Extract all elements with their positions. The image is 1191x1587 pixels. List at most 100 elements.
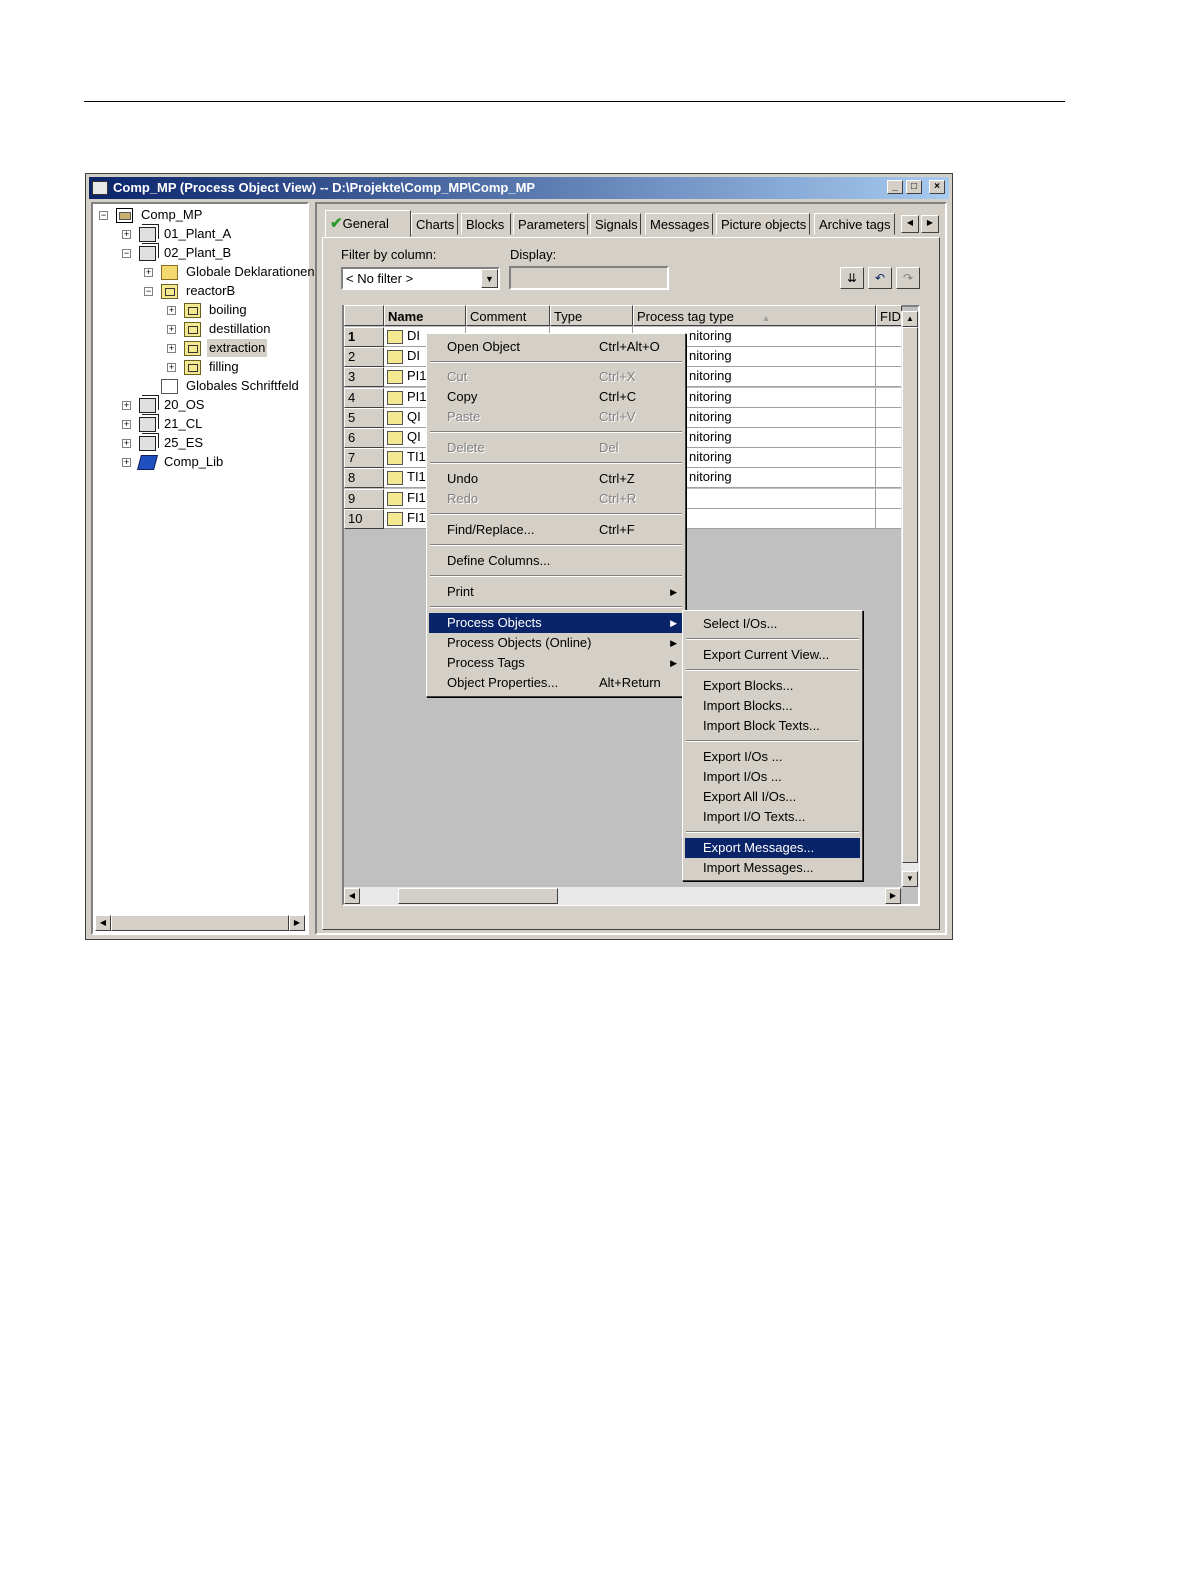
cell-fid[interactable]: [876, 347, 902, 367]
expand-icon[interactable]: +: [167, 363, 176, 372]
tab-parameters[interactable]: Parameters: [513, 213, 588, 235]
redo-icon[interactable]: ↷: [896, 267, 920, 289]
menu-item-find-replace[interactable]: Find/Replace... Ctrl+F: [429, 520, 683, 540]
cell-fid[interactable]: [876, 468, 902, 488]
row-number[interactable]: 8: [344, 468, 384, 488]
minimize-button[interactable]: _: [887, 180, 903, 194]
expand-icon[interactable]: +: [167, 306, 176, 315]
menu-item-paste[interactable]: Paste Ctrl+V: [429, 407, 683, 427]
expand-icon[interactable]: +: [122, 420, 131, 429]
tree-horizontal-scrollbar[interactable]: ◀ ▶: [95, 915, 305, 931]
table-horizontal-scrollbar[interactable]: ◀ ▶: [344, 887, 901, 905]
maximize-button[interactable]: □: [906, 180, 922, 194]
scroll-right-icon[interactable]: ▶: [885, 888, 901, 904]
cell-fid[interactable]: [876, 408, 902, 428]
chevron-down-icon[interactable]: ▼: [481, 269, 498, 288]
table-vertical-scrollbar[interactable]: ▲ ▼: [901, 311, 919, 887]
cell-fid[interactable]: [876, 388, 902, 408]
title-bar[interactable]: Comp_MP (Process Object View) -- D:\Proj…: [89, 177, 949, 199]
close-button[interactable]: ×: [929, 180, 945, 194]
scroll-left-icon[interactable]: ◀: [344, 888, 360, 904]
tab-picture-objects[interactable]: Picture objects: [716, 213, 810, 235]
menu-item-import-messages[interactable]: Import Messages...: [685, 858, 860, 878]
filter-dropdown[interactable]: < No filter > ▼: [341, 267, 500, 290]
tab-general[interactable]: ✔General: [325, 210, 411, 237]
row-number[interactable]: 9: [344, 489, 384, 509]
cell-fid[interactable]: [876, 367, 902, 387]
column-header-comment[interactable]: Comment: [466, 305, 550, 326]
menu-item-export-all-ios[interactable]: Export All I/Os...: [685, 787, 860, 807]
column-header-name[interactable]: Name: [384, 305, 466, 326]
row-number[interactable]: 5: [344, 408, 384, 428]
scroll-up-icon[interactable]: ▲: [902, 311, 918, 327]
scroll-right-icon[interactable]: ▶: [289, 915, 305, 931]
tab-charts[interactable]: Charts: [411, 213, 458, 235]
menu-item-copy[interactable]: Copy Ctrl+C: [429, 387, 683, 407]
expand-icon[interactable]: +: [144, 268, 153, 277]
menu-item-import-block-texts[interactable]: Import Block Texts...: [685, 716, 860, 736]
undo-icon[interactable]: ↶: [868, 267, 892, 289]
menu-item-export-messages[interactable]: Export Messages...: [685, 838, 860, 858]
column-header-process-tag-type[interactable]: Process tag type ▲: [633, 305, 876, 326]
menu-item-undo[interactable]: Undo Ctrl+Z: [429, 469, 683, 489]
menu-item-export-blocks[interactable]: Export Blocks...: [685, 676, 860, 696]
expand-icon[interactable]: +: [122, 401, 131, 410]
cell-fid[interactable]: [876, 327, 902, 347]
menu-item-export-current-view[interactable]: Export Current View...: [685, 645, 860, 665]
menu-item-open-object[interactable]: Open Object Ctrl+Alt+O: [429, 337, 683, 357]
tree-label: 02_Plant_B: [164, 245, 232, 260]
menu-item-process-tags[interactable]: Process Tags ▶: [429, 653, 683, 673]
expand-icon[interactable]: +: [122, 230, 131, 239]
collapse-icon[interactable]: −: [99, 211, 108, 220]
tab-scroll-left-icon[interactable]: ◀: [901, 215, 919, 233]
scroll-thumb[interactable]: [111, 915, 289, 931]
apply-filter-icon[interactable]: ⇊: [840, 267, 864, 289]
menu-item-object-properties[interactable]: Object Properties... Alt+Return: [429, 673, 683, 693]
tab-signals[interactable]: Signals: [590, 213, 641, 235]
expand-icon[interactable]: +: [122, 458, 131, 467]
menu-item-print[interactable]: Print ▶: [429, 582, 683, 602]
column-header-type[interactable]: Type: [550, 305, 633, 326]
scroll-thumb[interactable]: [398, 888, 558, 904]
collapse-icon[interactable]: −: [144, 287, 153, 296]
row-number[interactable]: 4: [344, 388, 384, 408]
display-field[interactable]: [509, 266, 669, 290]
cell-fid[interactable]: [876, 509, 902, 529]
collapse-icon[interactable]: −: [122, 249, 131, 258]
corner-header[interactable]: [344, 305, 384, 326]
menu-item-process-objects[interactable]: Process Objects ▶: [429, 613, 683, 633]
menu-item-import-ios[interactable]: Import I/Os ...: [685, 767, 860, 787]
tree-label: Globale Deklarationen: [186, 264, 315, 279]
row-number[interactable]: 10: [344, 509, 384, 529]
menu-item-import-io-texts[interactable]: Import I/O Texts...: [685, 807, 860, 827]
cell-fid[interactable]: [876, 428, 902, 448]
row-number[interactable]: 6: [344, 428, 384, 448]
row-number[interactable]: 1: [344, 327, 384, 347]
menu-item-import-blocks[interactable]: Import Blocks...: [685, 696, 860, 716]
menu-item-cut[interactable]: Cut Ctrl+X: [429, 367, 683, 387]
scroll-left-icon[interactable]: ◀: [95, 915, 111, 931]
column-header-fid[interactable]: FID: [876, 305, 902, 326]
tab-blocks[interactable]: Blocks: [461, 213, 511, 235]
tab-messages[interactable]: Messages: [645, 213, 713, 235]
menu-item-redo[interactable]: Redo Ctrl+R: [429, 489, 683, 509]
scroll-thumb[interactable]: [902, 327, 918, 863]
row-number[interactable]: 2: [344, 347, 384, 367]
menu-item-export-ios[interactable]: Export I/Os ...: [685, 747, 860, 767]
cell-fid[interactable]: [876, 448, 902, 468]
tab-archive-tags[interactable]: Archive tags: [814, 213, 895, 235]
row-number[interactable]: 3: [344, 367, 384, 387]
expand-icon[interactable]: +: [167, 325, 176, 334]
menu-shortcut: Ctrl+V: [599, 409, 636, 424]
expand-icon[interactable]: +: [122, 439, 131, 448]
cell-fid[interactable]: [876, 489, 902, 509]
menu-item-define-columns[interactable]: Define Columns...: [429, 551, 683, 571]
hierarchy-tree[interactable]: − Comp_MP + 01_Plant_A − 02_Plant_B + Gl…: [91, 202, 315, 935]
menu-item-delete[interactable]: Delete Del: [429, 438, 683, 458]
tab-scroll-right-icon[interactable]: ▶: [921, 215, 939, 233]
scroll-down-icon[interactable]: ▼: [902, 871, 918, 887]
row-number[interactable]: 7: [344, 448, 384, 468]
expand-icon[interactable]: +: [167, 344, 176, 353]
menu-item-process-objects-online[interactable]: Process Objects (Online) ▶: [429, 633, 683, 653]
menu-item-select-ios[interactable]: Select I/Os...: [685, 614, 860, 634]
